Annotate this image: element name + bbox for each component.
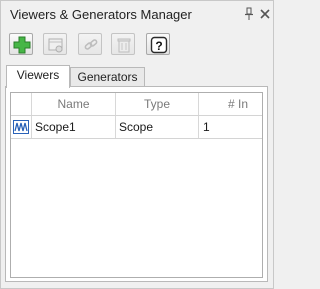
panel-title: Viewers & Generators Manager — [10, 7, 192, 22]
link-icon — [84, 39, 98, 50]
viewers-generators-panel: Viewers & Generators Manager ? Viewers G… — [0, 0, 274, 289]
select-signals-icon — [48, 38, 63, 53]
viewers-table: Name Type # In Scope1 Scope 1 — [10, 92, 263, 278]
close-icon[interactable] — [259, 7, 271, 21]
delete-button[interactable] — [111, 33, 135, 55]
column-header-inputs[interactable]: # In — [198, 93, 262, 115]
connect-button[interactable] — [78, 33, 102, 55]
select-signals-button[interactable] — [43, 33, 67, 55]
row-name: Scope1 — [31, 116, 115, 138]
tab-viewers[interactable]: Viewers — [6, 65, 70, 88]
table-header: Name Type # In — [11, 93, 262, 116]
column-header-type[interactable]: Type — [115, 93, 198, 115]
trash-icon — [117, 38, 131, 53]
svg-text:?: ? — [155, 39, 162, 53]
title-bar: Viewers & Generators Manager — [1, 1, 273, 27]
row-inputs: 1 — [198, 116, 262, 138]
tab-generators[interactable]: Generators — [70, 67, 145, 86]
row-icon-cell — [11, 116, 31, 138]
plus-icon — [13, 36, 31, 54]
pin-icon[interactable] — [244, 7, 254, 21]
column-header-icon[interactable] — [11, 93, 31, 115]
row-type: Scope — [115, 116, 198, 138]
table-row[interactable]: Scope1 Scope 1 — [11, 116, 262, 139]
add-button[interactable] — [9, 33, 33, 55]
column-header-name[interactable]: Name — [31, 93, 115, 115]
tab-content: Name Type # In Scope1 Scope 1 — [5, 86, 268, 282]
help-button[interactable]: ? — [146, 33, 170, 55]
scope-icon — [13, 120, 29, 134]
help-icon: ? — [150, 36, 168, 54]
